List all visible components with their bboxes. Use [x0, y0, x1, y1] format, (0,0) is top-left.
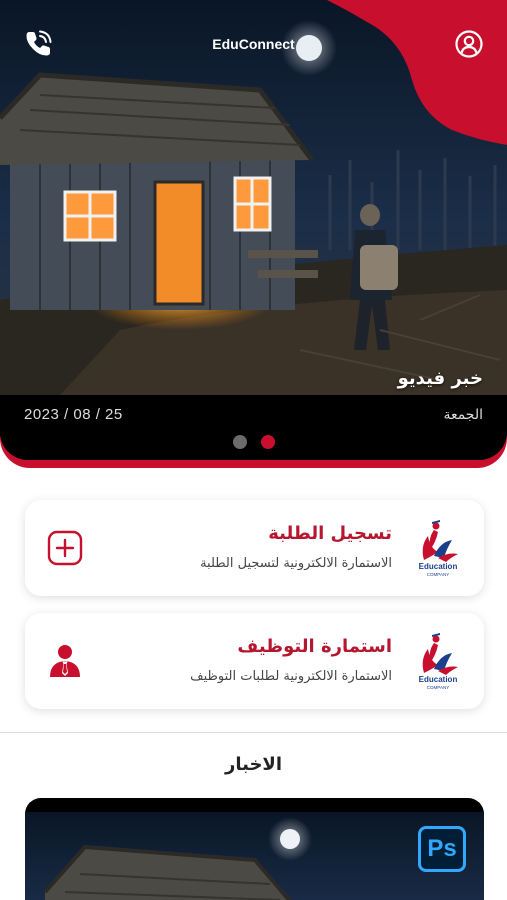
app-title: EduConnect	[212, 36, 295, 52]
hero-slider[interactable]: EduConnect خبر فيديو الجمعة 2023 / 08 / …	[0, 0, 507, 460]
plus-square-icon[interactable]	[47, 530, 83, 566]
card-title[interactable]: تسجيل الطلبة	[268, 523, 392, 544]
user-circle-icon[interactable]	[453, 28, 485, 60]
logo-text: Education	[419, 675, 458, 684]
card-title[interactable]: استمارة التوظيف	[237, 636, 392, 657]
hero-frame: EduConnect خبر فيديو الجمعة 2023 / 08 / …	[0, 0, 507, 468]
education-company-logo: Education COMPANY	[419, 520, 458, 577]
news-card[interactable]: Ps	[25, 798, 484, 900]
hero-caption[interactable]: خبر فيديو	[398, 368, 483, 389]
news-heading: الاخبار	[224, 754, 282, 775]
top-bar: EduConnect	[0, 0, 507, 90]
news-thumbnail[interactable]	[25, 812, 484, 900]
logo-text: Education	[419, 562, 458, 571]
student-registration-card[interactable]: Education COMPANY تسجيل الطلبة الاستمارة…	[25, 500, 484, 596]
slider-indicator	[0, 435, 507, 449]
card-subtitle: الاستمارة الالكترونية لتسجيل الطلبة	[200, 556, 392, 571]
card-subtitle: الاستمارة الالكترونية لطلبات التوظيف	[190, 669, 392, 684]
logo-subtext: COMPANY	[427, 572, 449, 577]
photoshop-icon: Ps	[418, 826, 466, 872]
employment-form-card[interactable]: Education COMPANY استمارة التوظيف الاستم…	[25, 613, 484, 709]
employee-icon[interactable]	[47, 643, 83, 679]
slider-dot-1[interactable]	[232, 435, 247, 449]
logo-subtext: COMPANY	[427, 685, 449, 690]
section-divider	[0, 732, 507, 733]
hero-date: 2023 / 08 / 25	[24, 406, 123, 423]
slider-dot-2-active[interactable]	[260, 435, 275, 449]
hero-day: الجمعة	[443, 407, 483, 423]
education-company-logo: Education COMPANY	[419, 633, 458, 690]
